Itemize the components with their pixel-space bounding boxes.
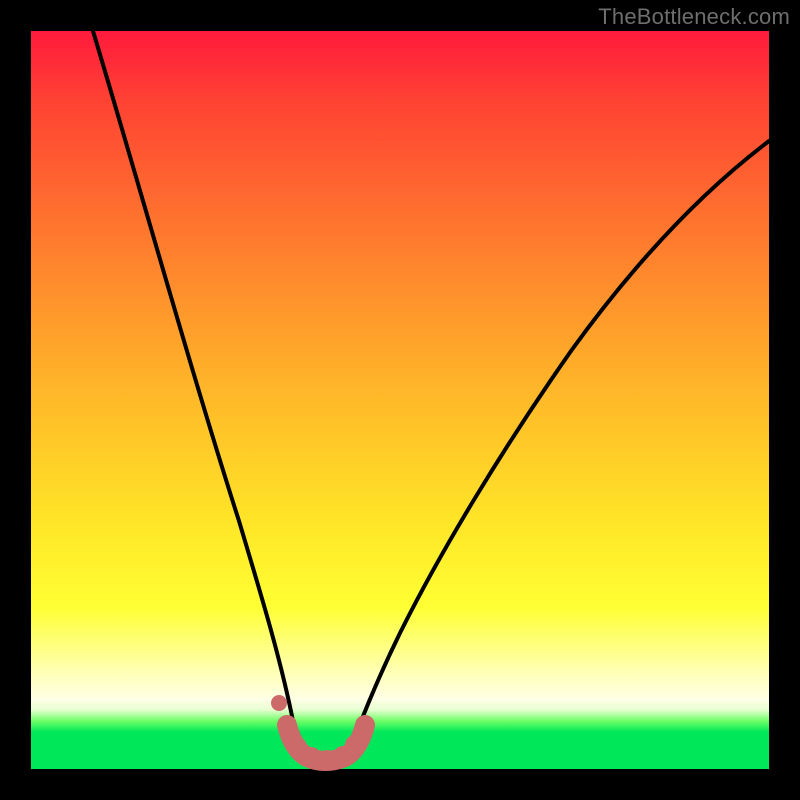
plot-area xyxy=(31,31,769,769)
marker-dot xyxy=(271,695,287,711)
curve-left-branch xyxy=(93,31,304,763)
bottom-marker-cluster xyxy=(271,695,372,770)
watermark-text: TheBottleneck.com xyxy=(598,4,790,30)
chart-container: TheBottleneck.com xyxy=(0,0,800,800)
curve-layer xyxy=(31,31,769,769)
curve-right-branch xyxy=(345,141,769,763)
marker-dot xyxy=(354,720,372,738)
marker-dot xyxy=(345,735,365,755)
marker-dot xyxy=(279,722,297,740)
